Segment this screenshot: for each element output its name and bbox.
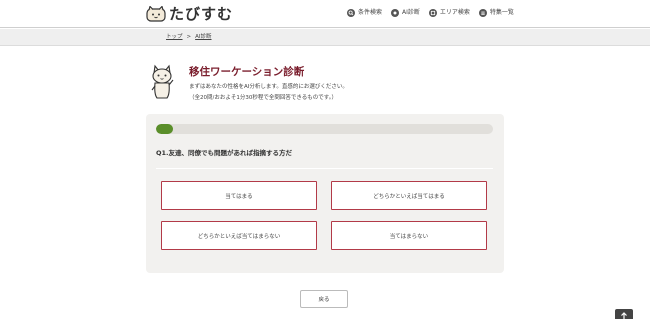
site-header: たびすむ 条件検索 AI診断 エリア検索 特集一覧	[0, 0, 650, 28]
intro-line-2: （全20問/おおよそ1分30秒程で全問回答できるものです。）	[189, 95, 337, 101]
ai-icon	[391, 9, 400, 17]
intro-line-1: まずはあなたの性格をAI分析します。直感的にお選びください。	[189, 84, 348, 90]
nav-item-area-search[interactable]: エリア検索	[428, 8, 470, 18]
page-title: 移住ワーケーション診断	[189, 66, 305, 78]
cat-logo-icon	[146, 6, 166, 22]
nav-label: エリア検索	[439, 9, 470, 16]
nav-label: AI診断	[402, 9, 420, 16]
answer-button-somewhat-agree[interactable]: どちらかといえば当てはまる	[331, 181, 487, 210]
site-logo[interactable]: たびすむ	[146, 5, 233, 23]
nav-label: 特集一覧	[489, 9, 514, 16]
feature-list-icon	[478, 9, 487, 17]
breadcrumb-bar: トップ > AI診断	[0, 29, 650, 46]
logo-text: たびすむ	[169, 5, 234, 23]
area-icon	[428, 9, 437, 17]
nav-label: 条件検索	[358, 9, 383, 16]
nav-item-ai-diagnosis[interactable]: AI診断	[391, 8, 420, 18]
breadcrumb-home-link[interactable]: トップ	[166, 33, 183, 41]
main-nav: 条件検索 AI診断 エリア検索 特集一覧	[347, 8, 514, 18]
nav-item-condition-search[interactable]: 条件検索	[347, 8, 382, 18]
back-button[interactable]: 戻る	[300, 290, 348, 308]
quiz-panel: Q1.友達、同僚でも問題があれば指摘する方だ 当てはまる どちらかといえば当ては…	[146, 114, 504, 273]
cat-mascot-icon	[151, 64, 174, 99]
progress-bar	[156, 124, 493, 134]
scroll-to-top-button[interactable]	[615, 309, 633, 319]
question-divider	[156, 168, 493, 169]
intro-description: まずはあなたの性格をAI分析します。直感的にお選びください。 （全20問/おおよ…	[189, 82, 348, 104]
breadcrumb-separator: >	[186, 34, 192, 40]
answer-button-disagree[interactable]: 当てはまらない	[331, 221, 487, 250]
breadcrumb: トップ > AI診断	[166, 33, 212, 41]
search-icon	[347, 9, 355, 17]
progress-bar-fill	[156, 124, 173, 134]
answer-button-agree[interactable]: 当てはまる	[161, 181, 317, 210]
arrow-up-icon	[621, 312, 627, 319]
question-text: Q1.友達、同僚でも問題があれば指摘する方だ	[156, 149, 293, 157]
nav-item-feature-list[interactable]: 特集一覧	[478, 8, 514, 18]
breadcrumb-current[interactable]: AI診断	[195, 33, 211, 41]
answer-button-somewhat-disagree[interactable]: どちらかといえば当てはまらない	[161, 221, 317, 250]
